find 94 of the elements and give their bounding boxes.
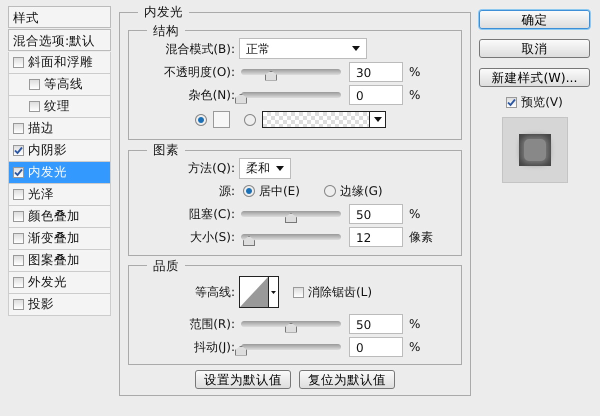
style-list-item[interactable]: 描边: [8, 118, 111, 140]
style-list-item[interactable]: 外发光: [8, 272, 111, 294]
field-label: 源:: [218, 183, 236, 200]
style-label: 光泽: [28, 185, 54, 204]
checkbox[interactable]: [13, 57, 24, 68]
checkbox[interactable]: [13, 255, 24, 266]
checkbox[interactable]: [13, 299, 24, 310]
style-list-item[interactable]: 渐变叠加: [8, 228, 111, 250]
color-swatch[interactable]: [213, 111, 230, 128]
field-label: 阻塞(C):: [188, 206, 236, 223]
unit-label: %: [409, 316, 420, 332]
section-title: 图素: [152, 144, 180, 156]
contour-picker[interactable]: [239, 276, 279, 308]
style-list-item[interactable]: 纹理: [8, 96, 111, 118]
style-label: 图案叠加: [28, 251, 80, 270]
number-field[interactable]: 50: [349, 204, 403, 224]
style-label: 颜色叠加: [28, 207, 80, 226]
checkbox[interactable]: [13, 167, 24, 178]
section-title: 品质: [152, 260, 180, 272]
blend-options-item[interactable]: 混合选项:默认: [8, 29, 111, 51]
caret-icon: [369, 112, 385, 127]
field-label: 范围(R):: [188, 316, 236, 332]
checkbox[interactable]: [29, 79, 40, 90]
slider-thumb[interactable]: [243, 236, 255, 246]
dialog-button[interactable]: 新建样式(W)...: [479, 68, 590, 87]
caret-icon: [271, 290, 276, 294]
field-label: 混合模式(B):: [164, 40, 236, 58]
field-label: 方法(Q):: [187, 160, 236, 177]
style-list-item[interactable]: 斜面和浮雕: [8, 52, 111, 74]
style-list-item[interactable]: 投影: [8, 294, 111, 316]
style-list-item[interactable]: 内阴影: [8, 140, 111, 162]
checkbox-label: 预览(V): [521, 94, 563, 111]
checkbox[interactable]: [13, 211, 24, 222]
caret-icon: [276, 166, 284, 170]
checkbox[interactable]: [293, 286, 304, 298]
checkbox[interactable]: [13, 189, 24, 200]
method-dropdown[interactable]: 柔和: [239, 158, 291, 178]
field-label: 大小(S):: [188, 229, 236, 246]
number-field[interactable]: 12: [349, 227, 403, 247]
field-label: 等高线:: [194, 284, 236, 301]
panel-title: 内发光: [143, 6, 184, 18]
section-title: 结构: [152, 24, 180, 37]
style-list-item[interactable]: 等高线: [8, 74, 111, 96]
radio-button[interactable]: [243, 185, 255, 197]
unit-label: %: [409, 338, 420, 356]
checkbox[interactable]: [13, 233, 24, 244]
checkbox[interactable]: [13, 123, 24, 134]
preview-thumbnail: [502, 117, 568, 183]
field-label: 抖动(J):: [193, 338, 236, 356]
style-label: 外发光: [28, 273, 67, 292]
checkbox-label: 消除锯齿(L): [308, 284, 372, 301]
slider-thumb[interactable]: [285, 322, 297, 332]
slider-thumb[interactable]: [265, 70, 277, 80]
style-label: 纹理: [44, 97, 70, 116]
style-label: 内发光: [28, 163, 67, 182]
field-label: 杂色(N):: [188, 86, 236, 104]
style-list-item[interactable]: 颜色叠加: [8, 206, 111, 228]
radio-button[interactable]: [244, 114, 256, 126]
style-label: 渐变叠加: [28, 229, 80, 248]
checkbox[interactable]: [506, 96, 518, 108]
checkbox[interactable]: [13, 145, 24, 156]
slider-thumb[interactable]: [235, 346, 247, 356]
unit-label: %: [409, 206, 420, 223]
style-label: 斜面和浮雕: [28, 53, 93, 72]
style-label: 内阴影: [28, 141, 67, 160]
dialog-button[interactable]: 取消: [479, 39, 590, 58]
blend-mode-dropdown[interactable]: 正常: [239, 38, 367, 59]
default-button[interactable]: 设置为默认值: [195, 370, 291, 389]
style-label: 描边: [28, 119, 54, 138]
slider-thumb[interactable]: [235, 94, 247, 104]
style-list-item[interactable]: 光泽: [8, 184, 111, 206]
number-field[interactable]: 0: [349, 336, 403, 356]
unit-label: %: [409, 64, 420, 80]
style-label: 等高线: [44, 75, 83, 94]
style-label: 投影: [28, 295, 54, 314]
unit-label: %: [409, 86, 420, 104]
checkbox[interactable]: [29, 101, 40, 112]
radio-button[interactable]: [195, 114, 207, 126]
radio-label: 边缘(G): [340, 183, 383, 200]
field-label: 不透明度(O):: [163, 64, 236, 80]
gradient-picker[interactable]: [262, 111, 386, 128]
radio-button[interactable]: [324, 185, 336, 197]
slider-thumb[interactable]: [285, 213, 297, 223]
unit-label: 像素: [409, 229, 433, 246]
sidebar-header: 样式: [8, 6, 111, 28]
number-field[interactable]: 50: [349, 314, 403, 334]
checkbox[interactable]: [13, 277, 24, 288]
number-field[interactable]: 30: [349, 62, 403, 82]
default-button[interactable]: 复位为默认值: [299, 370, 395, 389]
dialog-button[interactable]: 确定: [479, 10, 590, 29]
style-list-item[interactable]: 图案叠加: [8, 250, 111, 272]
caret-icon: [352, 46, 360, 51]
radio-label: 居中(E): [259, 183, 300, 200]
number-field[interactable]: 0: [349, 84, 403, 104]
